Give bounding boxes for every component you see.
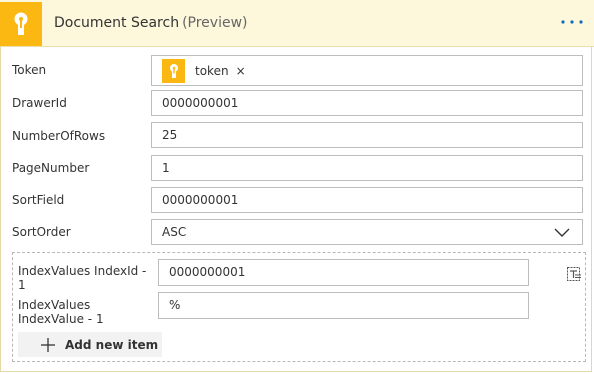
drawer-id-label: DrawerId <box>12 96 67 110</box>
remove-token-icon[interactable]: × <box>236 59 246 83</box>
index-value-input[interactable]: % <box>158 292 529 319</box>
sort-order-value: ASC <box>162 225 187 239</box>
keyhole-icon <box>0 2 42 46</box>
index-id-input[interactable]: 0000000001 <box>158 259 529 286</box>
plus-icon <box>41 337 55 352</box>
chevron-down-icon <box>554 228 570 237</box>
sort-field-input[interactable]: 0000000001 <box>151 187 583 213</box>
number-of-rows-label: NumberOfRows <box>12 129 106 143</box>
action-title: Document Search (Preview) <box>54 15 248 31</box>
sort-field-label: SortField <box>12 193 65 207</box>
page-number-input[interactable]: 1 <box>151 155 583 181</box>
sort-order-label: SortOrder <box>12 225 71 239</box>
index-id-label-line: 1 <box>18 278 26 292</box>
sort-order-select[interactable]: ASC <box>151 219 583 245</box>
index-value-label-line: IndexValues <box>18 298 91 312</box>
keyhole-icon <box>162 59 185 83</box>
add-new-item-button[interactable]: Add new item <box>18 332 162 357</box>
action-header[interactable]: Document Search (Preview) <box>0 0 594 47</box>
page-number-label: PageNumber <box>12 161 90 175</box>
index-id-label: IndexValues IndexId - 1 <box>18 264 146 292</box>
add-new-item-label: Add new item <box>65 337 159 352</box>
token-chip-label: token <box>195 64 229 78</box>
action-title-text: Document Search <box>54 15 180 31</box>
token-field[interactable]: token × <box>151 55 583 86</box>
token-label: Token <box>12 63 47 77</box>
index-id-label-line: IndexValues IndexId - <box>18 264 147 278</box>
number-of-rows-input[interactable]: 25 <box>151 122 583 148</box>
token-chip[interactable]: token × <box>162 59 246 83</box>
ellipsis-icon <box>561 20 583 24</box>
delete-array-icon <box>567 267 581 281</box>
index-values-array: IndexValues IndexId - 1 0000000001 Index… <box>12 252 586 362</box>
delete-item-button[interactable] <box>564 263 584 283</box>
index-value-label-line: IndexValue - 1 <box>18 312 104 326</box>
index-value-label: IndexValues IndexValue - 1 <box>18 298 104 326</box>
more-options-button[interactable] <box>560 14 584 30</box>
drawer-id-input[interactable]: 0000000001 <box>151 90 583 116</box>
preview-tag: (Preview) <box>182 15 248 31</box>
